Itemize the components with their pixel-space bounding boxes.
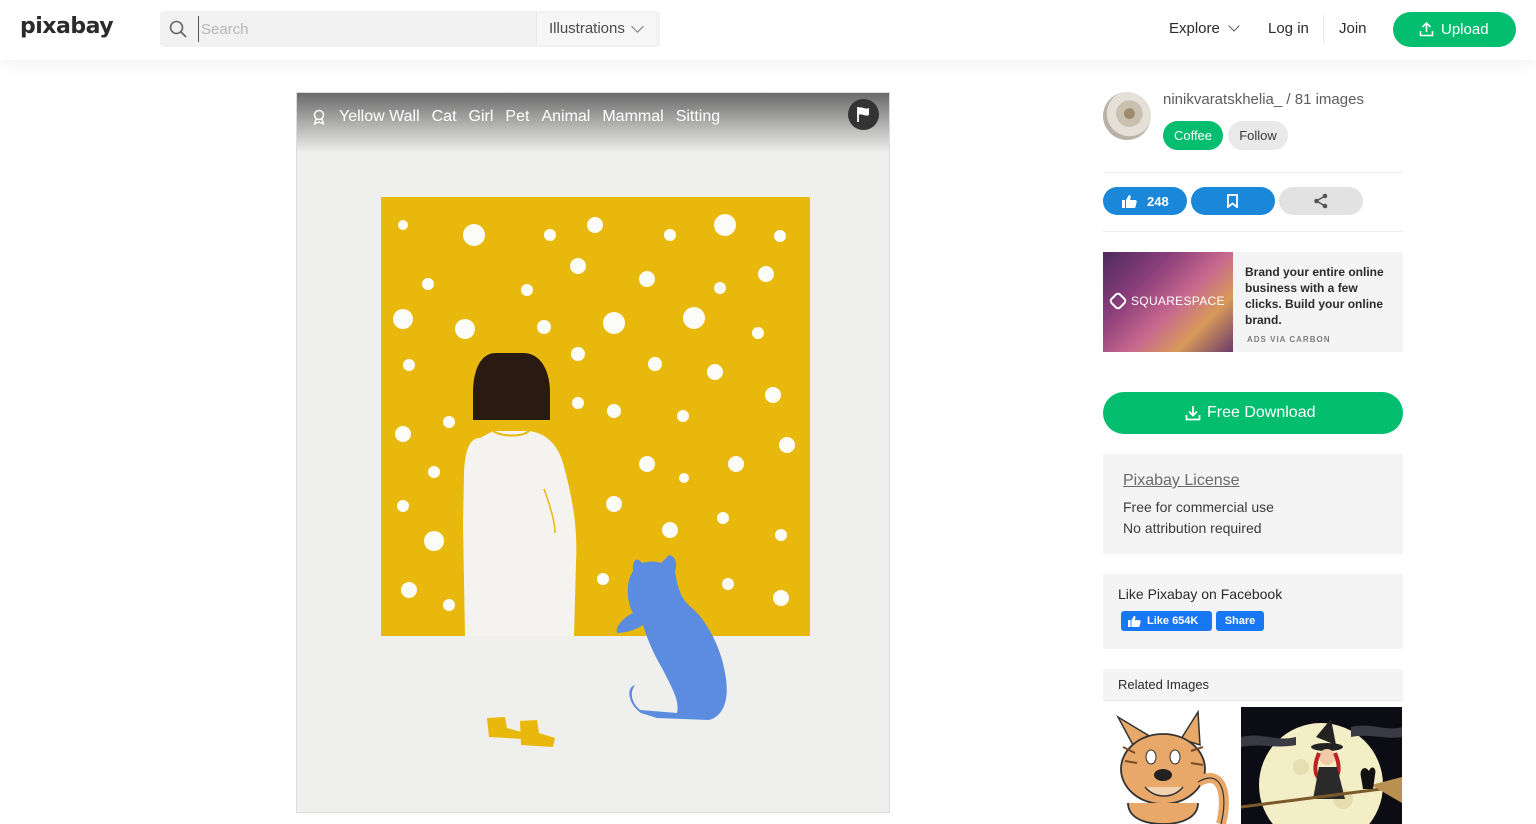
- search-icon[interactable]: [169, 20, 187, 38]
- facebook-title: Like Pixabay on Facebook: [1118, 586, 1283, 602]
- top-bar: pixabay Illustrations Explore Log in Joi…: [0, 0, 1536, 60]
- license-line: Free for commercial use: [1123, 499, 1274, 515]
- report-button[interactable]: [848, 99, 879, 130]
- search-input[interactable]: [198, 16, 528, 42]
- like-count: 248: [1147, 194, 1169, 209]
- tag-link[interactable]: Girl: [469, 108, 494, 126]
- tag-link[interactable]: Yellow Wall: [339, 108, 420, 126]
- squarespace-logo-icon: [1108, 291, 1128, 311]
- user-name-link[interactable]: ninikvaratskhelia_ / 81 images: [1163, 91, 1364, 108]
- bookmark-icon: [1227, 194, 1238, 208]
- license-link[interactable]: Pixabay License: [1123, 472, 1240, 490]
- search-bar: Illustrations: [160, 11, 660, 47]
- witch-on-broom-thumbnail: [1241, 707, 1402, 824]
- upload-button[interactable]: Upload: [1393, 12, 1516, 47]
- download-icon: [1185, 406, 1201, 421]
- divider: [1103, 231, 1403, 232]
- join-link[interactable]: Join: [1339, 20, 1367, 37]
- facebook-box: Like Pixabay on Facebook Like 654K Share: [1103, 574, 1403, 649]
- coffee-button[interactable]: Coffee: [1163, 121, 1223, 150]
- tag-link[interactable]: Pet: [505, 108, 529, 126]
- chevron-down-icon: [631, 20, 644, 33]
- related-image-cartoon-cat[interactable]: [1103, 707, 1236, 824]
- upload-label: Upload: [1441, 21, 1489, 38]
- squarespace-logo: SQUARESPACE: [1108, 291, 1225, 311]
- license-box: Pixabay License Free for commercial use …: [1103, 454, 1403, 554]
- tag-link[interactable]: Cat: [432, 108, 457, 126]
- ad-brand: SQUARESPACE: [1131, 294, 1225, 308]
- tag-link[interactable]: Mammal: [602, 108, 663, 126]
- search-type-dropdown[interactable]: Illustrations: [536, 13, 656, 45]
- illustration-artwork: [297, 93, 889, 812]
- like-button[interactable]: 248: [1103, 187, 1187, 215]
- main-image[interactable]: Yellow Wall Cat Girl Pet Animal Mammal S…: [296, 92, 890, 813]
- ad-attribution[interactable]: ADS VIA CARBON: [1247, 335, 1330, 344]
- tag-list: Yellow Wall Cat Girl Pet Animal Mammal S…: [311, 106, 732, 128]
- divider: [1103, 172, 1403, 173]
- follow-button[interactable]: Follow: [1228, 121, 1288, 150]
- thumbs-up-icon: [1128, 615, 1141, 627]
- share-button[interactable]: [1279, 187, 1363, 215]
- thumbs-up-icon: [1122, 195, 1137, 208]
- award-icon: [313, 109, 325, 125]
- facebook-like-button[interactable]: Like 654K: [1121, 611, 1212, 631]
- upload-icon: [1419, 22, 1434, 37]
- download-label: Free Download: [1207, 404, 1316, 421]
- tag-link[interactable]: Sitting: [676, 108, 720, 126]
- sponsored-ad[interactable]: SQUARESPACE Brand your entire online bus…: [1103, 252, 1403, 352]
- bookmark-button[interactable]: [1191, 187, 1275, 215]
- ad-image[interactable]: SQUARESPACE: [1103, 252, 1233, 352]
- flag-icon: [857, 107, 869, 122]
- facebook-share-button[interactable]: Share: [1216, 611, 1264, 631]
- cartoon-cat-thumbnail: [1116, 709, 1229, 824]
- nav-divider: [1323, 15, 1324, 43]
- share-icon: [1314, 193, 1328, 209]
- search-type-label: Illustrations: [549, 20, 625, 37]
- license-line: No attribution required: [1123, 520, 1262, 536]
- free-download-button[interactable]: Free Download: [1103, 392, 1403, 434]
- explore-menu[interactable]: Explore: [1169, 20, 1240, 37]
- chevron-down-icon: [1228, 20, 1240, 32]
- pixabay-logo[interactable]: pixabay: [20, 14, 114, 39]
- facebook-like-label: Like 654K: [1147, 615, 1199, 627]
- tag-link[interactable]: Animal: [541, 108, 590, 126]
- related-image-witch[interactable]: [1241, 707, 1402, 824]
- explore-label: Explore: [1169, 20, 1220, 37]
- login-link[interactable]: Log in: [1268, 20, 1309, 37]
- avatar[interactable]: [1103, 92, 1151, 140]
- ad-text[interactable]: Brand your entire online business with a…: [1245, 264, 1397, 328]
- related-images-title: Related Images: [1103, 669, 1403, 701]
